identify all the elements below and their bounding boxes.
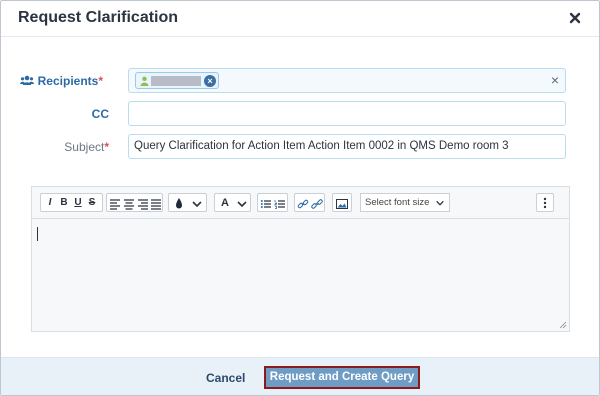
chevron-down-icon [237,201,247,208]
bold-icon[interactable]: B [58,196,70,210]
cc-input[interactable] [128,101,566,126]
required-marker: * [104,140,109,154]
dialog-footer: Cancel Request and Create Query [1,357,599,395]
recipients-label: Recipients [37,74,99,88]
align-right-icon[interactable] [137,197,149,211]
recipient-chip[interactable]: × [135,72,219,89]
users-icon [20,75,35,85]
more-options-button[interactable] [536,193,554,212]
align-center-icon[interactable] [123,197,135,211]
required-marker: * [98,74,103,88]
image-button[interactable] [332,193,352,212]
recipients-label-row: Recipients* [3,74,103,88]
text-color-icon [176,198,182,209]
alignment-group [106,193,163,212]
request-clarification-dialog: Request Clarification Recipients* × × CC [0,0,600,396]
link-icon[interactable] [297,197,309,211]
unlink-icon[interactable] [311,197,323,211]
clear-recipients-icon[interactable]: × [551,73,559,87]
underline-icon[interactable]: U [72,196,84,210]
font-size-placeholder: Select font size [365,197,430,208]
chevron-down-icon [436,200,444,206]
text-cursor [37,227,38,241]
bullet-list-icon[interactable] [260,197,272,211]
editor-toolbar: I B U S A Select font size [32,187,569,219]
text-style-group: I B U S [40,193,103,212]
cancel-button[interactable]: Cancel [206,371,245,385]
request-and-create-query-button[interactable]: Request and Create Query [264,366,420,389]
remove-recipient-icon[interactable]: × [204,74,216,87]
dialog-title: Request Clarification [18,9,179,26]
link-group [294,193,325,212]
subject-label: Subject [64,140,105,154]
font-icon: A [221,197,229,209]
numbered-list-icon[interactable] [274,197,286,211]
resize-handle-icon[interactable] [559,321,567,329]
subject-label-row: Subject* [9,140,109,154]
rich-text-editor[interactable]: I B U S A Select font size [31,186,570,332]
recipients-field[interactable]: × × [128,68,566,93]
user-icon [140,76,149,86]
text-color-dropdown[interactable] [168,193,207,212]
strikethrough-icon[interactable]: S [86,196,98,210]
align-justify-icon[interactable] [150,197,162,211]
image-icon [336,199,348,209]
close-icon[interactable] [568,11,582,25]
dialog-header: Request Clarification [1,1,599,37]
more-icon [543,197,547,209]
recipient-name-redacted [151,76,201,86]
subject-input[interactable]: Query Clarification for Action Item Acti… [128,134,566,159]
chevron-down-icon [192,201,202,208]
font-size-select[interactable]: Select font size [360,193,450,212]
italic-icon[interactable]: I [44,196,56,210]
cc-label: CC [91,107,109,121]
list-group [257,193,288,212]
font-dropdown[interactable]: A [214,193,251,212]
subject-value: Query Clarification for Action Item Acti… [134,140,509,152]
align-left-icon[interactable] [109,197,121,211]
